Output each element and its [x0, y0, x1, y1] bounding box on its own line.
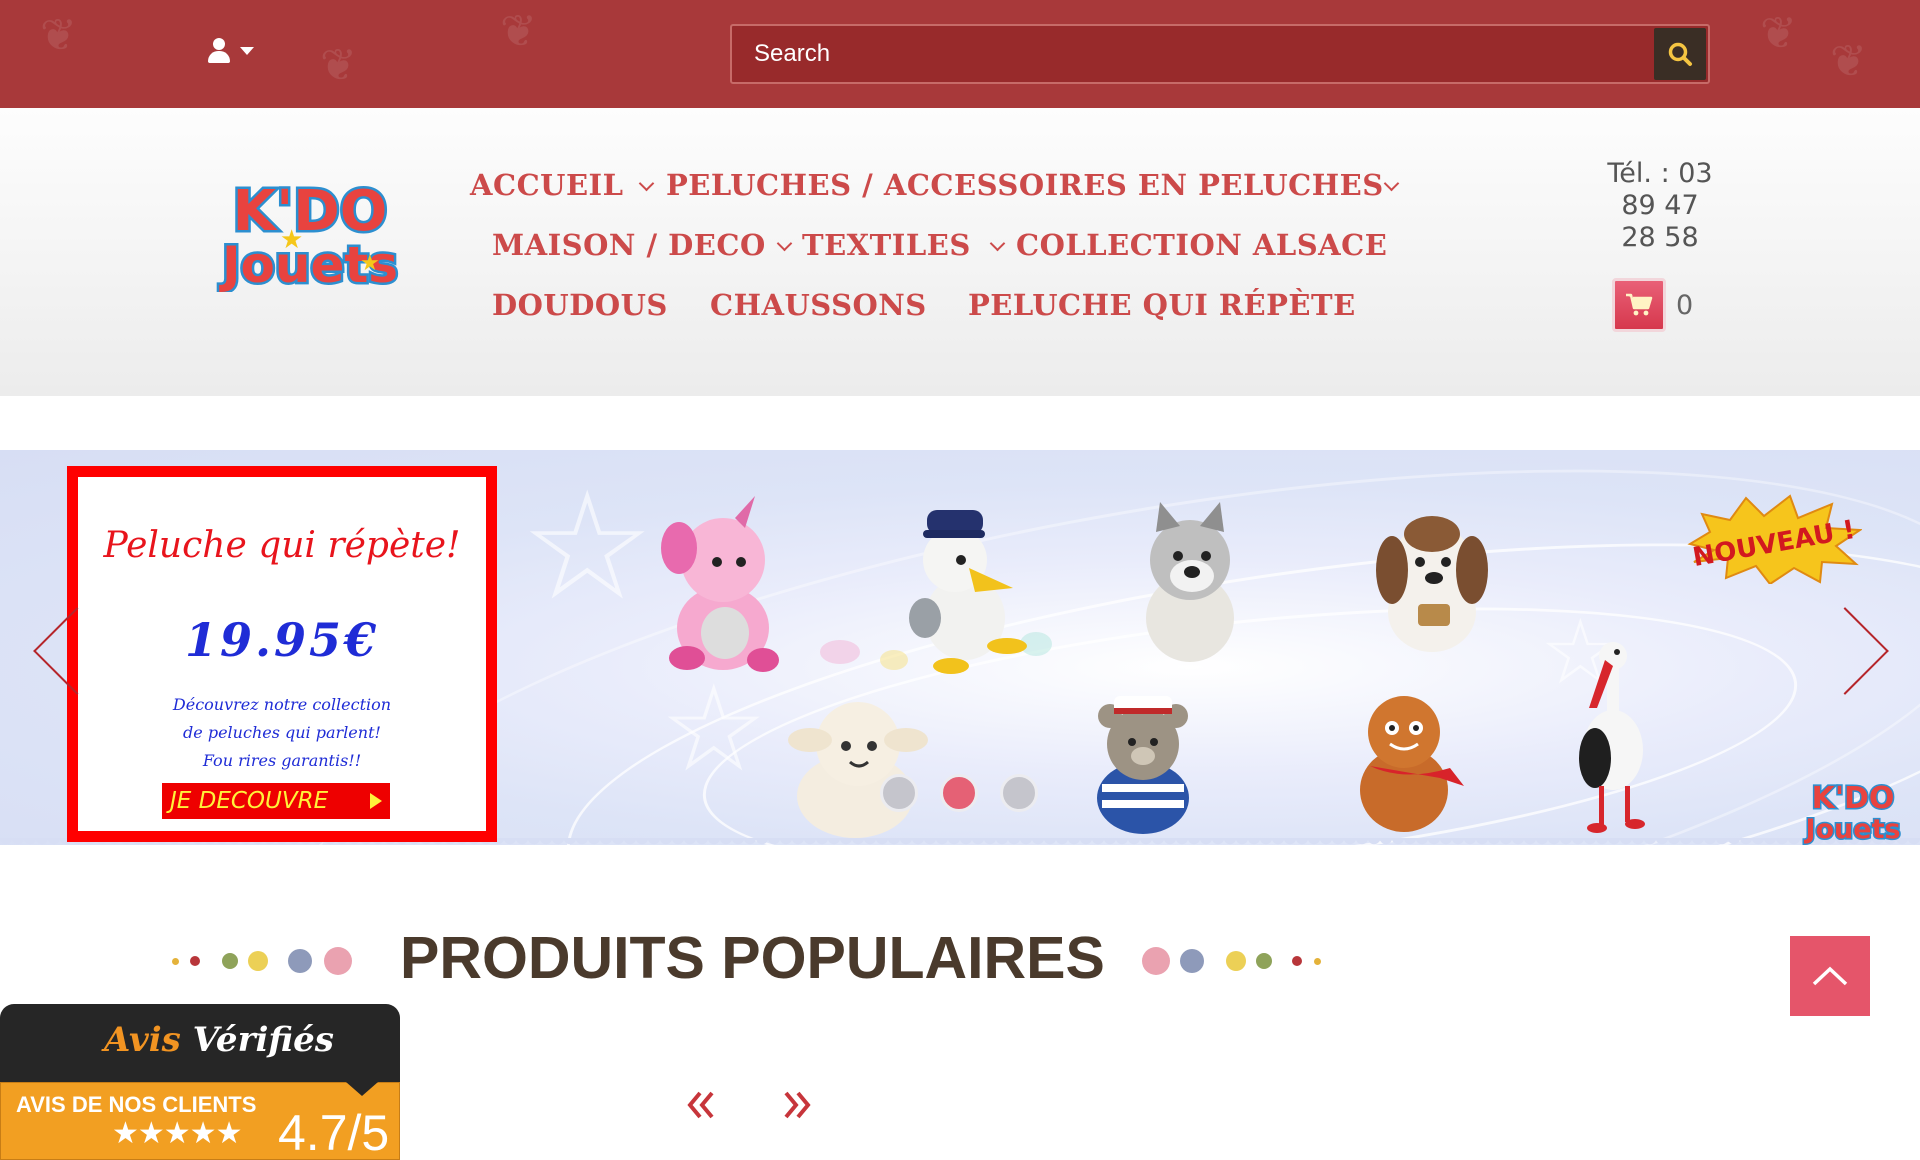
- decorative-dot: [1142, 947, 1170, 975]
- promo-text: Découvrez notre collection: [172, 695, 392, 714]
- search-input[interactable]: [754, 26, 1624, 82]
- decorative-dot: [248, 951, 268, 971]
- decorative-dot: [1314, 958, 1321, 965]
- phone-line: Tél. : 03: [1607, 158, 1713, 189]
- sheep-plush[interactable]: [780, 686, 930, 841]
- star-icon: ★: [280, 225, 303, 255]
- saint-bernard-plush[interactable]: [1360, 508, 1500, 658]
- phone-line: 28 58: [1621, 222, 1699, 253]
- pink-unicorn-plush[interactable]: [645, 488, 795, 678]
- nav-item-chaussons[interactable]: CHAUSSONS: [710, 288, 927, 322]
- sailor-bear-plush[interactable]: [1068, 690, 1218, 840]
- nav-item-collection-alsace[interactable]: COLLECTION ALSACE: [1016, 228, 1387, 262]
- nav-item-textiles[interactable]: TEXTILES: [802, 228, 971, 262]
- leaf-pattern-icon: ❦: [1760, 8, 1797, 59]
- star-icon: ★: [360, 251, 380, 276]
- slider-logo: K'DO Jouets: [1802, 780, 1902, 847]
- stork-plush[interactable]: [1555, 630, 1675, 840]
- nav-item-peluche-qui-repete[interactable]: PELUCHE QUI RÉPÈTE: [968, 288, 1356, 322]
- slider-bullet-2[interactable]: [940, 774, 978, 812]
- slider-logo-text-bottom: Jouets: [1803, 814, 1900, 845]
- slider-logo-text-top: K'DO: [1812, 781, 1895, 816]
- carousel-prev-button[interactable]: [684, 1087, 716, 1123]
- account-menu[interactable]: [208, 38, 254, 64]
- carousel-next-button[interactable]: [782, 1087, 814, 1123]
- decorative-dot: [172, 958, 179, 965]
- cart-count: 0: [1676, 290, 1694, 321]
- rating-score: 4.7/5: [278, 1105, 390, 1160]
- decorative-dot: [1292, 956, 1302, 966]
- double-chevron-right-icon: [784, 1091, 811, 1119]
- discover-button-label: JE DECOUVRE: [170, 788, 329, 814]
- page: ❦ ❦ ❦ ❦ ❦ K'DO Jouets ★ ★ A: [0, 0, 1920, 1160]
- seagull-plush[interactable]: [895, 498, 1035, 678]
- play-arrow-icon: [370, 793, 382, 809]
- promo-card[interactable]: Peluche qui répète! 19.95€ Découvrez not…: [67, 466, 497, 842]
- scroll-to-top-button[interactable]: [1790, 936, 1870, 1016]
- reviews-brand-part2: Vérifiés: [192, 1020, 334, 1060]
- caret-down-icon[interactable]: [240, 47, 254, 55]
- star-decoration-icon: ☆: [520, 460, 655, 634]
- promo-text: Fou rires garantis!!: [202, 751, 362, 770]
- top-bar: ❦ ❦ ❦ ❦ ❦: [0, 0, 1920, 108]
- rating-stars-icon: ★★★★★: [112, 1116, 242, 1151]
- section-title: PRODUITS POPULAIRES: [400, 925, 1105, 991]
- wolf-plush[interactable]: [1120, 498, 1260, 668]
- search-bar: [730, 24, 1710, 84]
- reviews-label: AVIS DE NOS CLIENTS: [16, 1092, 257, 1117]
- logo-text-top: K'DO: [233, 179, 388, 244]
- nav-item-peluches[interactable]: PELUCHES / ACCESSOIRES EN PELUCHES: [666, 168, 1384, 202]
- star-decoration-icon: ☆: [660, 660, 768, 799]
- nouveau-badge: NOUVEAU !: [1687, 494, 1862, 584]
- cart-icon: [1626, 293, 1653, 316]
- leaf-pattern-icon: ❦: [40, 10, 77, 61]
- nav-item-maison-deco[interactable]: MAISON / DECO: [492, 228, 766, 262]
- reviews-notch: [346, 1082, 378, 1096]
- discover-button[interactable]: JE DECOUVRE: [162, 783, 390, 819]
- decorative-dot: [222, 953, 238, 969]
- phone-line: 89 47: [1621, 190, 1699, 221]
- promo-price: 19.95€: [184, 613, 380, 667]
- leaf-pattern-icon: ❦: [500, 6, 537, 57]
- leaf-pattern-icon: ❦: [1830, 36, 1867, 87]
- decorative-dot: [1226, 951, 1246, 971]
- nav-item-doudous[interactable]: DOUDOUS: [492, 288, 668, 322]
- nav-item-accueil[interactable]: ACCUEIL: [470, 168, 624, 202]
- cart-button[interactable]: [1612, 278, 1666, 332]
- reviews-brand: Avis Vérifiés: [104, 1020, 334, 1060]
- decorative-dot: [190, 956, 200, 966]
- header-scallop-border: [0, 388, 1920, 406]
- gingerbread-plush[interactable]: [1340, 686, 1470, 836]
- search-icon: [1668, 42, 1692, 66]
- slider-bullet-1[interactable]: [880, 774, 918, 812]
- decorative-dot: [288, 949, 312, 973]
- double-chevron-left-icon: [687, 1091, 714, 1119]
- decorative-dot: [1180, 949, 1204, 973]
- decorative-dot: [1256, 953, 1272, 969]
- promo-text: de peluches qui parlent!: [183, 723, 381, 742]
- chevron-up-icon: [1812, 966, 1848, 986]
- verified-reviews-widget[interactable]: Avis Vérifiés AVIS DE NOS CLIENTS ★★★★★ …: [0, 1004, 400, 1160]
- promo-title: Peluche qui répète!: [103, 525, 461, 566]
- site-logo[interactable]: K'DO Jouets ★ ★: [210, 172, 410, 293]
- slider-bullet-3[interactable]: [1000, 774, 1038, 812]
- leaf-pattern-icon: ❦: [320, 40, 357, 91]
- phone-number: Tél. : 03 89 47 28 58: [1596, 158, 1724, 254]
- search-button[interactable]: [1654, 28, 1706, 80]
- user-icon[interactable]: [208, 38, 230, 64]
- decorative-dot: [324, 947, 352, 975]
- reviews-brand-part1: Avis: [104, 1020, 181, 1060]
